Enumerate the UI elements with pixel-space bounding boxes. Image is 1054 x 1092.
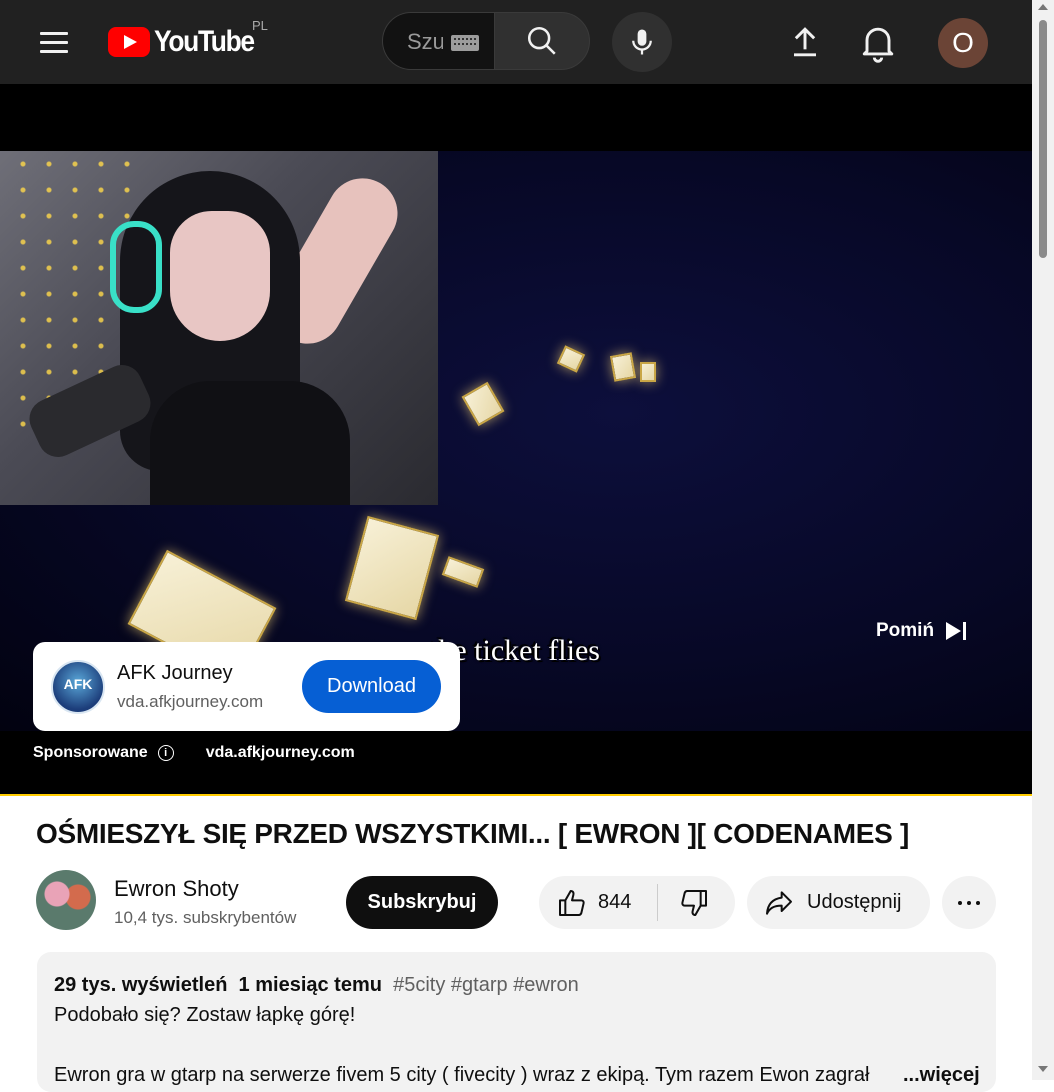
dislike-button[interactable] [658, 876, 735, 929]
logo-text: YouTube [154, 25, 255, 58]
youtube-play-icon [108, 27, 150, 57]
skip-next-icon [946, 622, 968, 640]
like-count: 844 [598, 891, 632, 913]
more-actions-button[interactable] [942, 876, 996, 929]
like-button[interactable]: 844 [539, 876, 657, 929]
search-box [382, 12, 494, 70]
hashtag-link[interactable]: #ewron [513, 974, 579, 996]
keyboard-icon[interactable] [451, 35, 479, 51]
skip-ad-button[interactable]: Pomiń [862, 614, 982, 648]
share-button[interactable]: Udostępnij [747, 876, 930, 929]
youtube-logo[interactable]: YouTube [108, 24, 267, 60]
description-text: Podobało się? Zostaw łapkę górę! [54, 1004, 356, 1026]
scroll-up-arrow[interactable] [1038, 4, 1048, 10]
share-icon [766, 891, 792, 915]
show-more-link[interactable]: ...więcej [899, 1064, 980, 1087]
description-meta: 29 tys. wyświetleń 1 miesiąc temu #5city… [54, 974, 579, 997]
ad-logo: AFK [51, 660, 105, 714]
upload-age: 1 miesiąc temu [238, 974, 382, 996]
channel-avatar[interactable] [36, 870, 96, 930]
description-text: Ewron gra w gtarp na serwerze fivem 5 ci… [54, 1064, 870, 1086]
notifications-button[interactable] [856, 20, 900, 64]
webcam-overlay [0, 151, 438, 505]
bell-icon [862, 27, 894, 63]
subscriber-count: 10,4 tys. subskrybentów [114, 908, 297, 927]
search-icon [527, 26, 556, 55]
upload-icon [794, 27, 816, 57]
ticket-card [640, 362, 656, 382]
thumbs-up-icon [559, 890, 585, 916]
search-input[interactable] [407, 29, 443, 55]
upload-button[interactable] [783, 20, 827, 64]
sponsored-bar: Sponsorowane i vda.afkjourney.com [33, 744, 355, 762]
microphone-icon [632, 29, 652, 55]
top-bar: YouTube PL O [0, 0, 1032, 84]
country-code: PL [252, 18, 268, 33]
ticket-card [609, 352, 637, 382]
scroll-down-arrow[interactable] [1038, 1066, 1048, 1072]
skip-ad-label: Pomiń [876, 620, 935, 641]
ad-progress-bar[interactable] [0, 794, 1032, 796]
search-button[interactable] [494, 12, 590, 70]
video-player[interactable]: the ticket flies Pomiń AFK AFK Journey v… [0, 84, 1032, 796]
hashtag-link[interactable]: #gtarp [451, 974, 508, 996]
sponsored-url-link[interactable]: vda.afkjourney.com [206, 744, 355, 762]
video-title: OŚMIESZYŁ SIĘ PRZED WSZYSTKIMI... [ EWRO… [36, 818, 909, 849]
scrollbar-thumb[interactable] [1039, 20, 1047, 258]
info-icon[interactable]: i [157, 745, 174, 761]
view-count: 29 tys. wyświetleń [54, 974, 228, 996]
ad-url: vda.afkjourney.com [117, 692, 264, 711]
hashtag-link[interactable]: #5city [393, 974, 445, 996]
ad-card[interactable]: AFK AFK Journey vda.afkjourney.com Downl… [33, 642, 460, 731]
voice-search-button[interactable] [612, 12, 672, 72]
account-avatar[interactable]: O [938, 18, 988, 68]
scrollbar[interactable] [1032, 0, 1054, 1080]
ad-download-button[interactable]: Download [302, 660, 441, 713]
share-label: Udostępnij [807, 891, 902, 913]
subscribe-button[interactable]: Subskrybuj [346, 876, 498, 929]
ad-title: AFK Journey [117, 662, 233, 684]
description-box[interactable]: 29 tys. wyświetleń 1 miesiąc temu #5city… [37, 952, 996, 1092]
menu-icon[interactable] [32, 22, 76, 62]
like-dislike-group: 844 [539, 876, 735, 929]
thumbs-down-icon [681, 890, 707, 916]
sponsored-label: Sponsorowane [33, 744, 148, 761]
channel-name-link[interactable]: Ewron Shoty [114, 876, 239, 902]
